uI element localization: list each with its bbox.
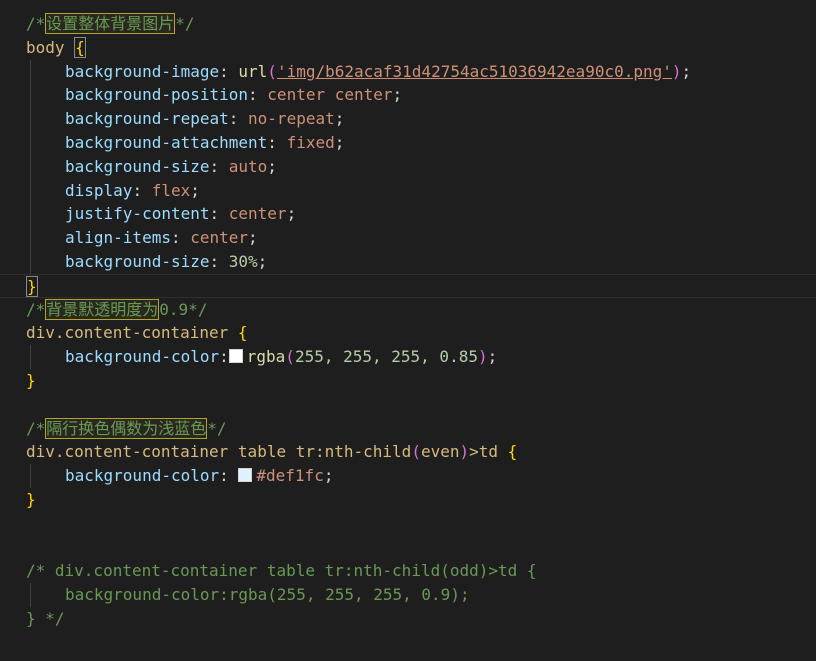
indent-guide — [30, 464, 31, 488]
property-value: center center — [267, 85, 393, 105]
code-editor[interactable]: /*设置整体背景图片*/ body { background-image: ur… — [0, 0, 816, 661]
indent-guide — [30, 178, 31, 203]
code-line-10[interactable]: align-items: center; — [0, 226, 816, 250]
indent-guide — [30, 154, 31, 179]
property-name: background-size — [65, 156, 210, 176]
indent-guide — [30, 59, 31, 84]
code-line-12-cursor[interactable]: } — [0, 273, 816, 298]
code-line-25[interactable]: background-color:rgba(255, 255, 255, 0.9… — [0, 583, 816, 607]
string-value: 'img/b62acaf31d42754ac51036942ea90c0.png… — [276, 61, 672, 81]
property-name: display — [65, 180, 133, 200]
code-line-20[interactable]: background-color: #def1fc; — [0, 464, 816, 488]
code-line-24[interactable]: /* div.content-container table tr:nth-ch… — [0, 559, 816, 583]
code-line-23[interactable] — [0, 536, 816, 560]
brace-open: { — [74, 36, 86, 58]
code-line-18[interactable]: /*隔行换色偶数为浅蓝色*/ — [0, 417, 816, 441]
property-value: center — [190, 228, 249, 248]
property-name: background-size — [65, 251, 210, 271]
property-name: background-color — [65, 347, 220, 367]
comment-text: 背景默透明度为 — [45, 298, 160, 320]
color-swatch[interactable] — [228, 349, 243, 364]
indent-guide — [30, 130, 31, 155]
code-line-15[interactable]: background-color: rgba(255, 255, 255, 0.8… — [0, 345, 816, 369]
code-line-4[interactable]: background-position: center center; — [0, 83, 816, 108]
code-line-2[interactable]: body { — [0, 36, 816, 60]
indent-guide — [30, 202, 31, 227]
comment-block: /* div.content-container table tr:nth-ch… — [26, 561, 537, 581]
property-name: align-items — [65, 228, 171, 248]
code-line-3[interactable]: background-image: url('img/b62acaf31d427… — [0, 59, 816, 84]
property-value: flex — [151, 180, 191, 200]
indent-guide — [30, 83, 31, 108]
property-name: background-attachment — [65, 132, 268, 152]
property-value: auto — [228, 156, 268, 176]
property-name: background-image — [65, 61, 220, 81]
comment-text: 设置整体背景图片 — [45, 13, 176, 34]
indent-guide — [30, 583, 31, 607]
code-line-8[interactable]: display: flex; — [0, 178, 816, 203]
selector-content-container: div.content-container — [26, 323, 238, 343]
code-line-13[interactable]: /*背景默透明度为0.9*/ — [0, 298, 816, 322]
property-value: #def1fc — [256, 466, 324, 486]
property-value: no-repeat — [248, 109, 335, 129]
code-line-26[interactable]: } */ — [0, 607, 816, 631]
property-name: justify-content — [65, 204, 210, 224]
code-line-1[interactable]: /*设置整体背景图片*/ — [0, 12, 816, 36]
indent-guide — [30, 345, 31, 369]
indent-guide — [30, 249, 31, 274]
comment-block: background-color:rgba(255, 255, 255, 0.9… — [65, 585, 470, 605]
code-line-19[interactable]: div.content-container table tr:nth-child… — [0, 440, 816, 464]
property-value: fixed — [286, 132, 335, 152]
property-name: background-color — [65, 466, 220, 486]
brace-close: } — [26, 275, 38, 297]
property-name: background-repeat — [65, 109, 229, 129]
comment-block: } */ — [26, 608, 65, 628]
code-line-21[interactable]: } — [0, 488, 816, 512]
property-value: 30% — [228, 251, 258, 271]
selector-body: body — [26, 37, 65, 57]
code-line-16[interactable]: } — [0, 369, 816, 393]
color-swatch[interactable] — [238, 468, 253, 483]
comment-open: /* — [26, 14, 46, 33]
code-line-9[interactable]: justify-content: center; — [0, 202, 816, 227]
property-value: center — [228, 204, 287, 224]
function-name: url — [238, 61, 268, 81]
code-line-22[interactable] — [0, 512, 816, 536]
indent-guide — [30, 226, 31, 250]
indent-guide — [30, 107, 31, 131]
comment-close: */ — [175, 14, 195, 33]
comment-text: 隔行换色偶数为浅蓝色 — [45, 417, 208, 439]
code-line-5[interactable]: background-repeat: no-repeat; — [0, 107, 816, 131]
property-name: background-position — [65, 85, 249, 105]
selector-nth-child: div.content-container table tr:nth-child — [26, 442, 412, 462]
code-line-14[interactable]: div.content-container { — [0, 321, 816, 345]
code-line-11[interactable]: background-size: 30%; — [0, 249, 816, 274]
function-name: rgba — [246, 347, 286, 367]
code-line-6[interactable]: background-attachment: fixed; — [0, 130, 816, 155]
code-line-7[interactable]: background-size: auto; — [0, 154, 816, 179]
function-args: 255, 255, 255, 0.85 — [294, 347, 478, 367]
code-line-17[interactable] — [0, 393, 816, 417]
